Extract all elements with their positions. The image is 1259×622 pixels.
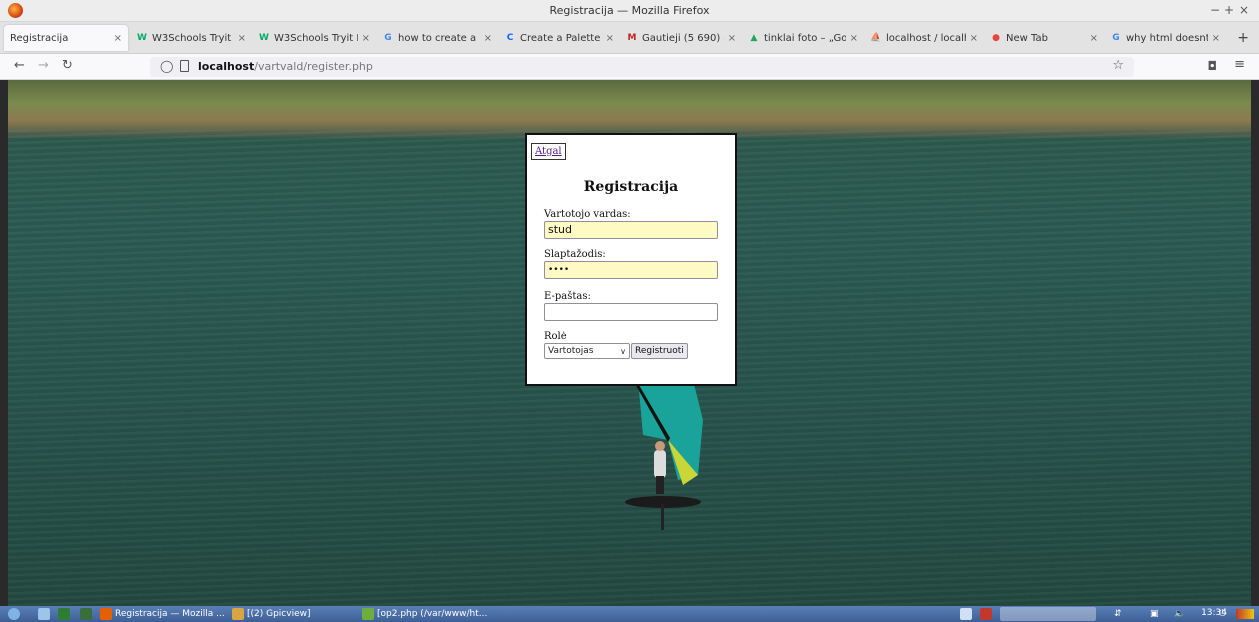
minimize-button[interactable]: − [1210,3,1220,17]
tab-label: Gautieji (5 690) - m [642,32,724,44]
start-menu-icon[interactable] [8,607,23,621]
tab-label: W3Schools Tryit Ed [274,32,358,44]
firefox-newtab-icon: ● [992,33,1000,43]
drive-icon: ▲ [750,33,758,43]
tab-gmail[interactable]: M Gautieji (5 690) - m × [620,25,742,51]
back-link[interactable]: Atgal [531,143,566,160]
cpu-monitor-graph [1000,607,1096,621]
tab-phpmyadmin[interactable]: ⛵ localhost / localhos × [864,25,984,51]
network-icon[interactable]: ⇵ [1114,607,1122,621]
desktop-switch-icon[interactable] [80,607,95,621]
page-info-icon[interactable] [180,60,189,72]
navigation-toolbar: ← → ↻ ◯ localhost/vartvald/register.php … [0,54,1259,80]
tab-new-tab[interactable]: ● New Tab × [984,25,1104,51]
google-icon: G [1112,33,1120,43]
phpmyadmin-icon: ⛵ [870,33,882,43]
address-bar[interactable]: ◯ localhost/vartvald/register.php ☆ [150,57,1134,77]
taskbar-item-firefox[interactable]: Registracija — Mozilla ... [100,607,228,621]
google-icon: G [384,33,392,43]
terminal-icon[interactable] [58,607,73,621]
tab-google-search[interactable]: G how to create a ran × [376,25,498,51]
close-window-button[interactable]: × [1239,3,1249,17]
volume-icon[interactable]: 🔈 [1174,607,1185,621]
tab-close-icon[interactable]: × [114,33,122,44]
tab-label: how to create a ran [398,32,480,44]
tab-close-icon[interactable]: × [1212,33,1220,44]
role-selected-value: Vartotojas [548,346,594,356]
tab-close-icon[interactable]: × [850,33,858,44]
page-title: Registracija [583,179,679,195]
tracking-shield-icon[interactable]: ◯ [160,59,173,73]
tab-label: why html doesnt sh [1126,32,1208,44]
tab-google-drive[interactable]: ▲ tinklai foto – „Goo × [742,25,864,51]
desktop-taskbar: Registracija — Mozilla ... [(2) Gpicview… [0,606,1259,622]
tab-close-icon[interactable]: × [238,33,246,44]
battery-icon [1236,609,1254,619]
registration-panel: Atgal Registracija Vartotojo vardas: stu… [525,133,737,386]
tab-close-icon[interactable]: × [484,33,492,44]
tab-w3schools-2[interactable]: W W3Schools Tryit Ed × [252,25,376,51]
display-icon[interactable]: ▣ [1150,607,1159,621]
taskbar-item-editor[interactable]: [op2.php (/var/www/ht... [362,607,512,621]
bookmark-star-icon[interactable]: ☆ [1112,58,1124,73]
window-titlebar: Registracija — Mozilla Firefox − + × [0,0,1259,22]
tab-registracija[interactable]: Registracija × [4,25,128,51]
tab-label: Registracija [10,32,69,44]
reload-icon[interactable]: ↻ [62,58,73,73]
tab-close-icon[interactable]: × [606,33,614,44]
register-button[interactable]: Registruoti [631,343,688,359]
palette-icon: C [506,33,514,43]
tab-label: W3Schools Tryit Ed [152,32,234,44]
tab-close-icon[interactable]: × [970,33,978,44]
tab-label: Create a Palette - C [520,32,602,44]
role-label: Rolė [544,331,567,342]
tab-create-palette[interactable]: C Create a Palette - C × [498,25,620,51]
tab-close-icon[interactable]: × [728,33,736,44]
tab-strip: Registracija × W W3Schools Tryit Ed × W … [0,22,1259,54]
password-label: Slaptažodis: [544,249,606,260]
firefox-icon [100,608,112,620]
tab-google-why-html[interactable]: G why html doesnt sh × [1104,25,1226,51]
password-input[interactable]: •••• [544,261,718,279]
taskbar-item-gpicview[interactable]: [(2) Gpicview] [232,607,356,621]
text-editor-icon [362,608,374,620]
tab-close-icon[interactable]: × [1090,33,1098,44]
tray-app-icon[interactable] [980,607,995,621]
tab-label: tinklai foto – „Goo [764,32,846,44]
gmail-icon: M [627,33,637,43]
power-icon[interactable]: ⏻ [1219,607,1226,621]
username-label: Vartotojo vardas: [544,209,631,220]
role-select[interactable]: Vartotojas ∨ [544,343,630,359]
w3schools-icon: W [137,33,147,43]
tab-w3schools-1[interactable]: W W3Schools Tryit Ed × [130,25,252,51]
url-text[interactable]: localhost/vartvald/register.php [198,60,373,73]
email-input[interactable] [544,303,718,321]
email-label: E-paštas: [544,291,591,302]
tray-window-icon[interactable] [960,607,975,621]
hamburger-menu-icon[interactable]: ≡ [1234,57,1245,72]
image-viewer-icon [232,608,244,620]
w3schools-icon: W [259,33,269,43]
pocket-icon[interactable]: ◘ [1208,59,1218,73]
forward-arrow-icon[interactable]: → [38,58,49,73]
tab-close-icon[interactable]: × [362,33,370,44]
wingfoil-rider-image [625,380,703,530]
back-arrow-icon[interactable]: ← [14,58,25,73]
tab-label: localhost / localhos [886,32,966,44]
maximize-button[interactable]: + [1224,3,1234,17]
window-title: Registracija — Mozilla Firefox [549,4,710,17]
new-tab-button[interactable]: + [1237,30,1249,46]
file-manager-icon[interactable] [38,607,53,621]
chevron-down-icon: ∨ [620,346,626,356]
username-input[interactable]: stud [544,221,718,239]
tab-label: New Tab [1006,32,1048,44]
